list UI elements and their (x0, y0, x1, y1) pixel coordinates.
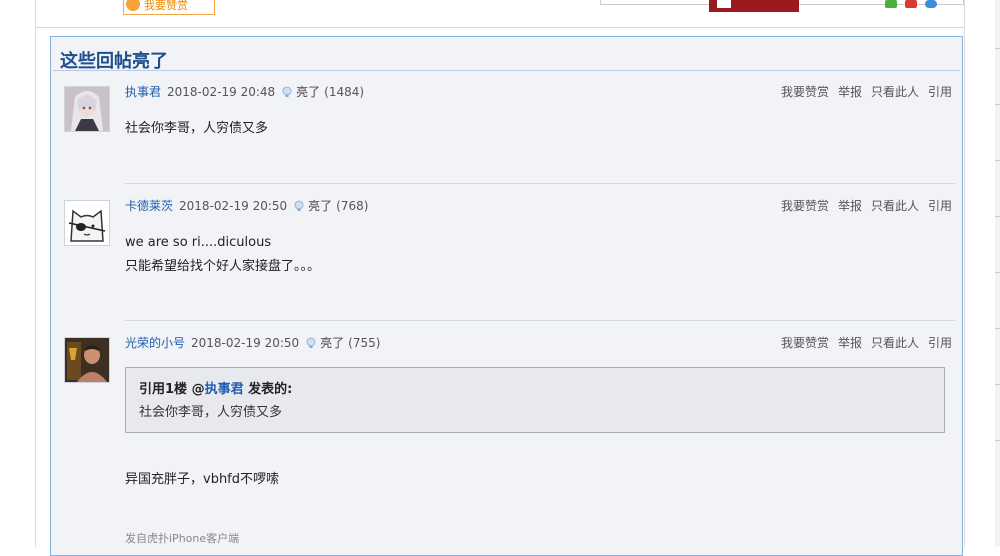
only-author-link[interactable]: 只看此人 (871, 336, 919, 350)
weibo-share-icon[interactable] (905, 0, 917, 8)
right-edge-strip (995, 0, 1000, 547)
page-left-border (35, 0, 36, 547)
post-username[interactable]: 执事君 (125, 85, 161, 99)
quoted-username[interactable]: 执事君 (205, 382, 244, 397)
avatar[interactable] (64, 86, 110, 132)
post-line: 社会你李哥，人穷债又多 (125, 121, 269, 136)
quote-text: 社会你李哥，人穷债又多 (139, 405, 283, 420)
only-author-link[interactable]: 只看此人 (871, 85, 919, 99)
lit-label[interactable]: 亮了 (320, 336, 344, 350)
post-source: 发自虎扑iPhone客户端 (125, 532, 240, 545)
quote-prefix: 引用1楼 @ (139, 382, 205, 397)
page-right-border (964, 0, 965, 547)
photo-avatar-image (65, 338, 109, 382)
lit-count: (755) (348, 336, 381, 350)
quoted-reply: 引用1楼 @执事君 发表的: 社会你李哥，人穷债又多 (125, 367, 945, 433)
post-line: 只能希望给找个好人家接盘了。。。 (125, 259, 321, 274)
top-reward-button[interactable]: 我要赞赏 (123, 0, 215, 15)
post-time: 2018-02-19 20:48 (167, 85, 276, 99)
anime-avatar-image (65, 87, 109, 131)
lit-label[interactable]: 亮了 (296, 85, 320, 99)
qzone-share-icon[interactable] (925, 0, 937, 8)
post-content: 社会你李哥，人穷债又多 (125, 117, 268, 141)
quote-suffix: 发表的: (243, 382, 293, 397)
avatar[interactable] (64, 200, 110, 246)
only-author-link[interactable]: 只看此人 (871, 199, 919, 213)
post-username[interactable]: 卡德莱茨 (125, 199, 173, 213)
post-meta: 执事君 2018-02-19 20:48 亮了 (1484) (125, 84, 364, 100)
quote-link[interactable]: 引用 (928, 336, 952, 350)
quote-header: 引用1楼 @执事君 发表的: (139, 378, 292, 397)
post-meta: 卡德莱茨 2018-02-19 20:50 亮了 (768) (125, 198, 368, 214)
report-link[interactable]: 举报 (838, 199, 862, 213)
avatar[interactable] (64, 337, 110, 383)
post-username[interactable]: 光荣的小号 (125, 336, 185, 350)
post-time: 2018-02-19 20:50 (191, 336, 300, 350)
post-actions: 我要赞赏 举报 只看此人 引用 (772, 198, 952, 214)
wechat-share-icon[interactable] (885, 0, 897, 8)
reward-link[interactable]: 我要赞赏 (781, 336, 829, 350)
post-content: 异国充胖子，vbhfd不啰嗦 (125, 468, 279, 492)
quote-link[interactable]: 引用 (928, 85, 952, 99)
reward-link[interactable]: 我要赞赏 (781, 199, 829, 213)
cat-avatar-image (65, 201, 109, 245)
post-line: 异国充胖子，vbhfd不啰嗦 (125, 472, 280, 487)
lit-count: (768) (336, 199, 369, 213)
coin-icon (126, 0, 140, 11)
lightbulb-icon[interactable] (293, 200, 305, 212)
lightbulb-icon[interactable] (305, 337, 317, 349)
lit-label[interactable]: 亮了 (308, 199, 332, 213)
recommend-icon (717, 0, 731, 8)
post-content: we are so ri....diculous 只能希望给找个好人家接盘了。。… (125, 231, 320, 279)
lit-count: (1484) (324, 85, 365, 99)
report-link[interactable]: 举报 (838, 336, 862, 350)
share-popup-edge (600, 0, 964, 12)
panel-title-divider (53, 70, 960, 71)
post-divider (125, 320, 955, 321)
post-actions: 我要赞赏 举报 只看此人 引用 (772, 84, 952, 100)
post-divider (125, 183, 955, 184)
section-separator (36, 27, 964, 28)
post-line: we are so ri....diculous (125, 235, 272, 250)
quote-link[interactable]: 引用 (928, 199, 952, 213)
lightbulb-icon[interactable] (281, 86, 293, 98)
recommend-button[interactable] (709, 0, 799, 12)
report-link[interactable]: 举报 (838, 85, 862, 99)
post-actions: 我要赞赏 举报 只看此人 引用 (772, 335, 952, 351)
top-reward-label: 我要赞赏 (144, 0, 188, 12)
post-meta: 光荣的小号 2018-02-19 20:50 亮了 (755) (125, 335, 380, 351)
reward-link[interactable]: 我要赞赏 (781, 85, 829, 99)
lit-replies-panel: 这些回帖亮了 执事君 2018-02-19 20:48 亮了 (1484) 我要赞赏举… (50, 36, 963, 556)
post-time: 2018-02-19 20:50 (179, 199, 288, 213)
